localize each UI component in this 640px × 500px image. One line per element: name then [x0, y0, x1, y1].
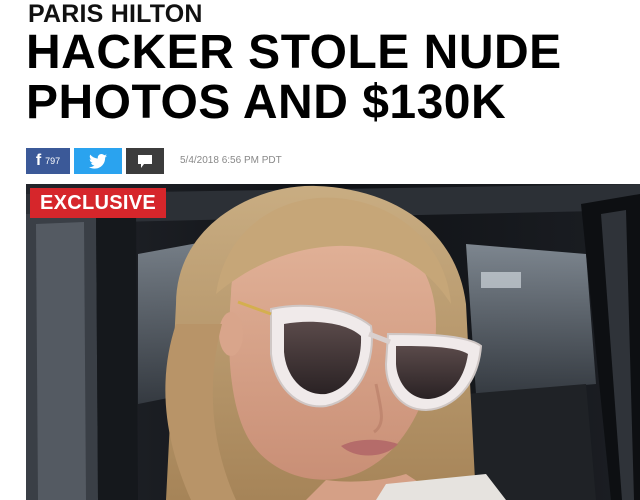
comment-bubble-icon: [138, 154, 152, 168]
article-headline: HACKER STOLE NUDE PHOTOS AND $130K: [26, 26, 562, 129]
article-page: PARIS HILTON HACKER STOLE NUDE PHOTOS AN…: [0, 0, 640, 500]
article-timestamp: 5/4/2018 6:56 PM PDT: [180, 155, 282, 166]
facebook-icon: f: [35, 152, 42, 169]
twitter-bird-icon: [89, 153, 107, 169]
twitter-share-button[interactable]: [74, 148, 122, 174]
article-kicker: PARIS HILTON: [28, 0, 203, 28]
share-bar: f 797 5/4/2018 6:56 PM PDT: [26, 148, 282, 174]
facebook-share-count: 797: [45, 156, 61, 166]
hero-photo-illustration: [26, 184, 640, 500]
article-hero-photo: [26, 184, 640, 500]
exclusive-badge: EXCLUSIVE: [30, 188, 167, 218]
facebook-share-button[interactable]: f 797: [26, 148, 70, 174]
comments-button[interactable]: [126, 148, 164, 174]
